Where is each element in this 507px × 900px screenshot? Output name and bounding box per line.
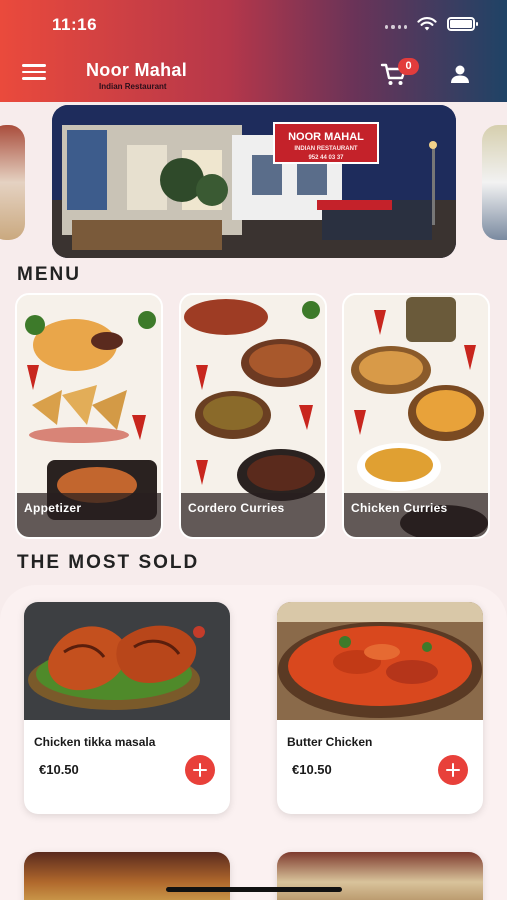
battery-icon <box>447 17 478 31</box>
carousel-slide-previous[interactable] <box>0 125 25 240</box>
cart-count-badge: 0 <box>398 58 419 75</box>
app-header: 11:16 Noor Mahal Indian Restaurant 0 <box>0 0 507 102</box>
brand-subtitle: Indian Restaurant <box>99 82 167 91</box>
category-card-chicken-curries[interactable]: Chicken Curries <box>342 293 490 539</box>
category-card-cordero-curries[interactable]: Cordero Curries <box>179 293 327 539</box>
brand-name: Noor Mahal <box>86 60 188 80</box>
add-to-cart-button[interactable] <box>185 755 215 785</box>
product-card-partial[interactable] <box>24 852 230 900</box>
restaurant-photo: NOOR MAHAL INDIAN RESTAURANT 952 44 03 3… <box>52 105 456 258</box>
carousel-slide-next[interactable] <box>482 125 507 240</box>
add-to-cart-button[interactable] <box>438 755 468 785</box>
product-price: €10.50 <box>39 762 79 777</box>
category-label: Appetizer <box>17 493 161 537</box>
brand: Noor Mahal Indian Restaurant <box>86 60 187 91</box>
wifi-icon <box>417 17 437 31</box>
product-name: Chicken tikka masala <box>34 735 156 749</box>
most-sold-section-title: THE MOST SOLD <box>17 552 200 573</box>
category-label: Chicken Curries <box>344 493 488 537</box>
chicken-tikka-masala-image <box>24 602 230 720</box>
butter-chicken-image <box>277 602 483 720</box>
banner-carousel[interactable]: NOOR MAHAL INDIAN RESTAURANT 952 44 03 3… <box>0 105 507 260</box>
product-name: Butter Chicken <box>287 735 373 749</box>
product-card-partial[interactable] <box>277 852 483 900</box>
product-card-butter-chicken[interactable]: Butter Chicken €10.50 <box>277 602 483 814</box>
sign-text-sub: INDIAN RESTAURANT <box>294 146 358 152</box>
product-card-chicken-tikka-masala[interactable]: Chicken tikka masala €10.50 <box>24 602 230 814</box>
sign-text-main: NOOR MAHAL <box>288 131 364 143</box>
cellular-signal-icon <box>385 19 407 29</box>
status-icons <box>385 16 478 32</box>
home-indicator[interactable] <box>166 887 342 892</box>
user-icon[interactable] <box>448 62 472 86</box>
sign-phone: 952 44 03 37 <box>308 155 344 161</box>
category-label: Cordero Curries <box>181 493 325 537</box>
hamburger-menu-icon[interactable] <box>22 64 46 84</box>
product-price: €10.50 <box>292 762 332 777</box>
category-card-appetizer[interactable]: Appetizer <box>15 293 163 539</box>
menu-section-title: MENU <box>17 264 81 285</box>
carousel-slide-restaurant-photo[interactable]: NOOR MAHAL INDIAN RESTAURANT 952 44 03 3… <box>52 105 456 258</box>
status-time: 11:16 <box>52 15 98 34</box>
